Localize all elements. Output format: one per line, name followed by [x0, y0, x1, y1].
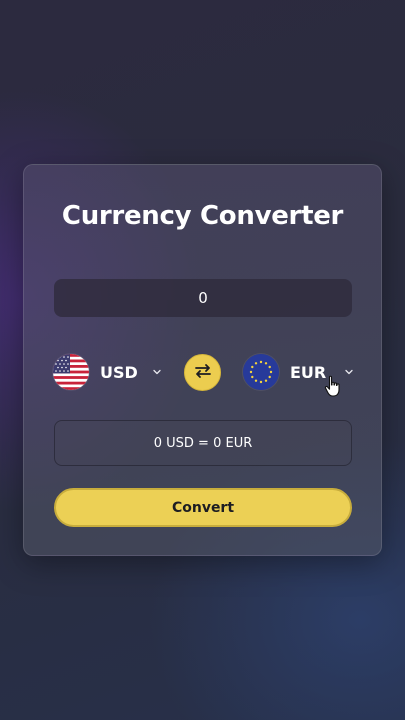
swap-arrows-icon — [193, 363, 213, 383]
chevron-down-icon[interactable] — [152, 367, 162, 377]
chevron-down-icon[interactable] — [344, 367, 354, 377]
hand-cursor-icon — [324, 375, 342, 397]
to-currency-code: EUR — [290, 362, 327, 382]
from-currency-code: USD — [100, 362, 138, 382]
conversion-result: 0 USD = 0 EUR — [54, 420, 352, 466]
convert-button[interactable]: Convert — [54, 488, 352, 527]
eu-flag-icon — [243, 354, 279, 390]
swap-button[interactable] — [184, 354, 221, 391]
amount-input[interactable] — [54, 279, 352, 317]
from-currency-select[interactable]: USD — [53, 354, 162, 390]
converter-card: Currency Converter 0 USD EUR 0 USD = 0 E… — [23, 164, 382, 556]
conversion-result-text: 0 USD = 0 EUR — [153, 435, 253, 451]
us-flag-icon — [53, 354, 89, 390]
page-title: Currency Converter — [61, 201, 344, 231]
